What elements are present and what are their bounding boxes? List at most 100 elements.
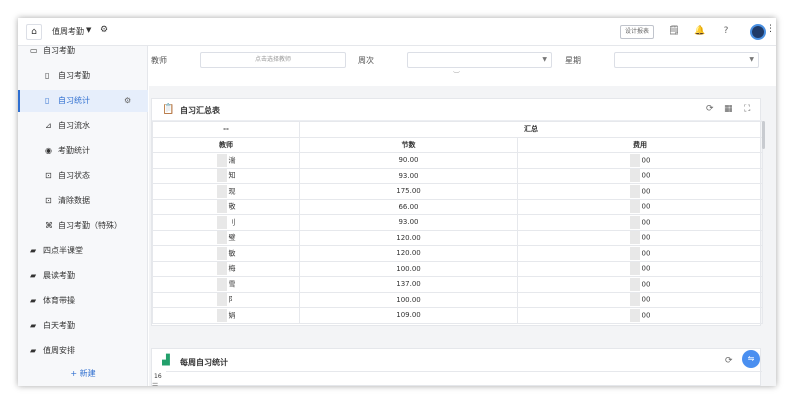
week-select[interactable]: ▼ bbox=[407, 52, 552, 68]
export-excel-icon[interactable]: ▦ bbox=[724, 104, 733, 114]
sidebar-item-duty-schedule[interactable]: ▰ 值周安排 bbox=[18, 340, 148, 362]
table-row[interactable]: 璧 120.00 00 bbox=[152, 229, 763, 246]
grid-icon: ⌘ bbox=[45, 221, 53, 230]
header-cell: 节数 bbox=[299, 136, 518, 153]
sidebar-item-self-study-attendance[interactable]: ▯ 自习考勤 bbox=[18, 65, 148, 87]
table-row[interactable]: 刂 93.00 00 bbox=[152, 214, 763, 231]
new-button[interactable]: + 新建 bbox=[18, 368, 148, 379]
fee-cell: 00 bbox=[517, 276, 763, 293]
fee-value: 00 bbox=[641, 311, 651, 320]
teacher-cell: 刂 bbox=[152, 214, 300, 231]
bar-chart-icon: ▟ bbox=[162, 355, 170, 366]
redacted-block bbox=[216, 277, 227, 291]
teacher-label: 教师 bbox=[151, 56, 167, 65]
table-row[interactable]: 敬 66.00 00 bbox=[152, 198, 763, 215]
fee-cell: 00 bbox=[517, 229, 763, 246]
sidebar-item-self-study-flow[interactable]: ⊿ 自习流水 bbox=[18, 115, 148, 137]
table-row[interactable]: 梅 100.00 00 bbox=[152, 260, 763, 277]
teacher-select[interactable]: 点击选择教师 bbox=[200, 52, 346, 68]
gear-icon[interactable]: ⚙ bbox=[124, 90, 131, 112]
main-content: 教师 点击选择教师 周次 ▼ 星期 ▼ ︶ 📋 自习汇总表 ⟳ ▦ ⛶ -- 汇… bbox=[149, 46, 776, 386]
week-label: 周次 bbox=[358, 56, 374, 65]
table-header-row: -- 汇总 bbox=[152, 121, 763, 138]
count-cell: 66.00 bbox=[299, 198, 518, 215]
fee-value: 00 bbox=[641, 295, 651, 304]
fee-cell: 00 bbox=[517, 245, 763, 262]
menu-icon[interactable]: ☰ bbox=[152, 382, 158, 386]
count-cell: 93.00 bbox=[299, 167, 518, 184]
sidebar-item-label: 晨读考勤 bbox=[43, 271, 75, 280]
help-icon[interactable]: ? bbox=[720, 26, 732, 38]
file-icon: ▯ bbox=[45, 96, 50, 105]
chevron-down-icon: ▼ bbox=[749, 56, 754, 63]
header-cell: 汇总 bbox=[299, 121, 763, 138]
teacher-cell: 现 bbox=[152, 183, 300, 200]
sidebar-item-label: 自习考勤 bbox=[43, 46, 75, 55]
sidebar-item-self-study-status[interactable]: ⊡ 自习状态 bbox=[18, 165, 148, 187]
fee-value: 00 bbox=[641, 233, 651, 242]
sidebar-item-special-attendance[interactable]: ⌘ 自习考勤（特殊） bbox=[18, 215, 148, 237]
teacher-name: 知 bbox=[228, 171, 236, 180]
gear-icon[interactable]: ⚙ bbox=[100, 25, 108, 35]
table-row[interactable]: 娟 109.00 00 bbox=[152, 307, 763, 324]
sidebar-item-label: 白天考勤 bbox=[43, 321, 75, 330]
sidebar-item-clear-data[interactable]: ⊡ 清除数据 bbox=[18, 190, 148, 212]
count-cell: 100.00 bbox=[299, 291, 518, 308]
collapse-chevron-icon[interactable]: ︶ bbox=[453, 70, 460, 80]
teacher-name: 现 bbox=[228, 187, 236, 196]
teacher-cell: 璧 bbox=[152, 229, 300, 246]
sidebar-item-label: 自习统计 bbox=[58, 96, 90, 105]
sidebar-item-attendance-stats[interactable]: ◉ 考勤统计 bbox=[18, 140, 148, 162]
fee-value: 00 bbox=[641, 280, 651, 289]
table-row[interactable]: 知 93.00 00 bbox=[152, 167, 763, 184]
sidebar-item-self-study[interactable]: ▭ 自习考勤 bbox=[18, 40, 148, 62]
fee-value: 00 bbox=[641, 187, 651, 196]
sidebar-item-daytime-attendance[interactable]: ▰ 白天考勤 bbox=[18, 315, 148, 337]
table-row[interactable]: 湍 90.00 00 bbox=[152, 152, 763, 169]
axis-tick-label: 16 bbox=[154, 373, 162, 380]
shield-icon: ◉ bbox=[45, 146, 52, 155]
refresh-icon[interactable]: ⟳ bbox=[706, 104, 714, 114]
teacher-cell: 知 bbox=[152, 167, 300, 184]
design-report-button[interactable]: 设计报表 bbox=[620, 25, 655, 39]
fee-cell: 00 bbox=[517, 307, 763, 324]
sidebar-item-label: 自习流水 bbox=[58, 121, 90, 130]
redacted-block bbox=[216, 262, 227, 276]
summary-table: -- 汇总 教师 节数 费用 湍 90.00 00 知 93.00 00 现 1… bbox=[152, 121, 763, 324]
sidebar-item-afternoon-class[interactable]: ▰ 四点半课堂 bbox=[18, 240, 148, 262]
refresh-icon[interactable]: ⟳ bbox=[725, 356, 733, 366]
switch-icon[interactable]: ⇋ bbox=[742, 350, 760, 368]
table-row[interactable]: 阝 100.00 00 bbox=[152, 291, 763, 308]
table-row[interactable]: 雪 137.00 00 bbox=[152, 276, 763, 293]
fee-cell: 00 bbox=[517, 260, 763, 277]
weekday-select[interactable]: ▼ bbox=[614, 52, 759, 68]
bell-icon[interactable]: 🔔 bbox=[694, 26, 706, 38]
fee-cell: 00 bbox=[517, 198, 763, 215]
chevron-down-icon[interactable]: ▼ bbox=[86, 26, 91, 34]
redacted-block bbox=[629, 277, 640, 291]
table-scrollbar[interactable] bbox=[762, 121, 765, 149]
app-title[interactable]: 值周考勤 bbox=[52, 26, 84, 37]
redacted-block bbox=[629, 200, 640, 214]
sidebar-item-self-study-stats[interactable]: ▯ 自习统计 ⚙ bbox=[18, 90, 148, 112]
home-icon[interactable]: ⌂ bbox=[26, 24, 42, 40]
fee-value: 00 bbox=[641, 264, 651, 273]
sidebar: ▭ 自习考勤 ▯ 自习考勤 ▯ 自习统计 ⚙ ⊿ 自习流水 ◉ 考勤统计 ⊡ 自… bbox=[18, 46, 148, 386]
more-icon[interactable]: ⋮ bbox=[766, 24, 775, 34]
fullscreen-icon[interactable]: ⛶ bbox=[744, 104, 750, 114]
sidebar-item-sports[interactable]: ▰ 体育带操 bbox=[18, 290, 148, 312]
table-row[interactable]: 现 175.00 00 bbox=[152, 183, 763, 200]
redacted-block bbox=[216, 200, 227, 214]
avatar[interactable] bbox=[750, 24, 766, 40]
form-icon: ⊡ bbox=[45, 196, 52, 205]
fee-value: 00 bbox=[641, 218, 651, 227]
table-row[interactable]: 敏 120.00 00 bbox=[152, 245, 763, 262]
count-cell: 109.00 bbox=[299, 307, 518, 324]
table-header-row: 教师 节数 费用 bbox=[152, 136, 763, 153]
document-icon[interactable]: 🗒 bbox=[668, 26, 680, 38]
teacher-placeholder: 点击选择教师 bbox=[254, 56, 291, 63]
folder-open-icon: ▭ bbox=[30, 46, 38, 55]
sidebar-item-morning-reading[interactable]: ▰ 晨读考勤 bbox=[18, 265, 148, 287]
fee-value: 00 bbox=[641, 171, 651, 180]
summary-panel: 📋 自习汇总表 ⟳ ▦ ⛶ -- 汇总 教师 节数 费用 湍 90.00 00 … bbox=[151, 98, 763, 326]
